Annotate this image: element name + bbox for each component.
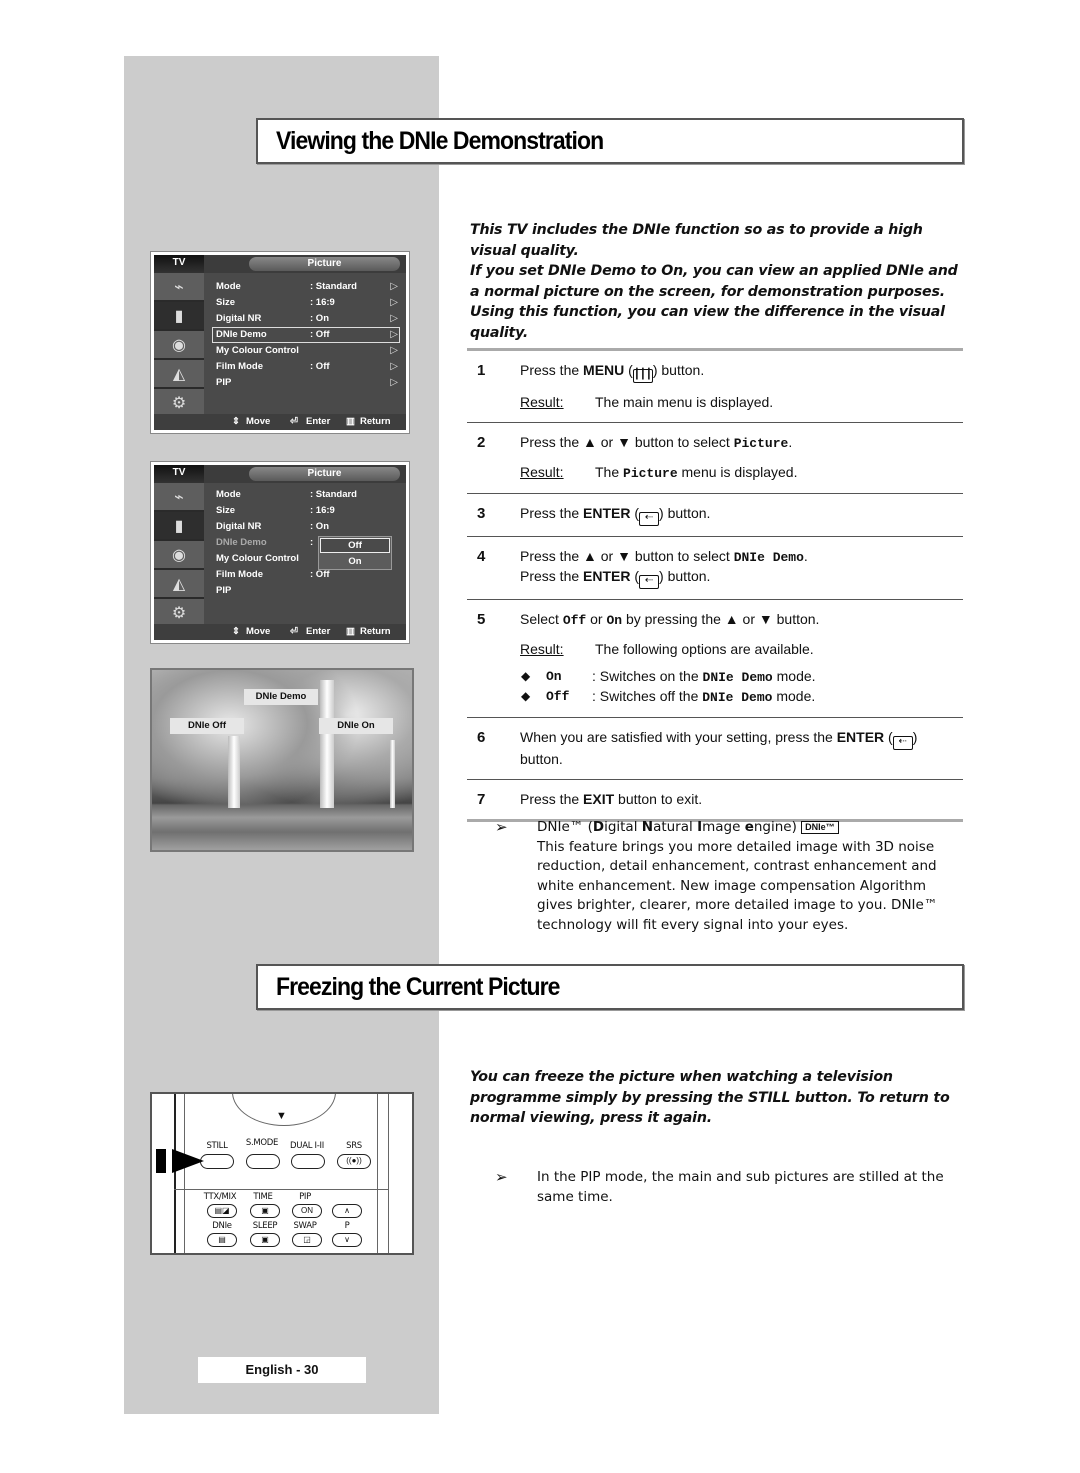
channel-down-button[interactable]: ∨ <box>332 1233 362 1247</box>
menu-icon: ┃┃┃ <box>632 369 653 383</box>
osd-footer: ⇕ Move ⏎ Enter ▥ Return <box>154 624 406 640</box>
dnie-logo-icon: DNIe™ <box>801 821 839 834</box>
dropdown-option-on[interactable]: On <box>319 554 391 570</box>
pip-on-button[interactable]: ON <box>292 1204 322 1218</box>
ttx-mix-button[interactable]: ▤◪ <box>207 1204 237 1218</box>
page-number: English - 30 <box>198 1357 366 1383</box>
step-1: 1 Press the MENU (┃┃┃) button. Result: Th… <box>477 362 774 410</box>
dnie-demo-dropdown[interactable]: Off On <box>318 536 392 570</box>
enter-icon: ⇠ <box>892 736 913 750</box>
demo-off-label: DNIe Off <box>170 718 244 734</box>
section-title-dnie: Viewing the DNIe Demonstration <box>256 118 964 164</box>
s-mode-button[interactable] <box>246 1154 280 1169</box>
dnie-intro-text: This TV includes the DNIe function so as… <box>470 220 960 343</box>
steps-list: 1 Press the MENU (┃┃┃) button. Result: Th… <box>467 348 963 822</box>
dnie-note-body: This feature brings you more detailed im… <box>537 838 938 933</box>
osd-picture-menu-popup: TV Picture ⌁ ▮ ◉ ◭ ⚙ Mode: Standard Size… <box>150 461 410 644</box>
arrow-right-icon: ▷ <box>390 361 398 372</box>
demo-on-label: DNIe On <box>319 718 393 734</box>
input-icon: ⌁ <box>154 483 204 512</box>
time-button[interactable]: ▣ <box>250 1204 280 1218</box>
intro-line-1: This TV includes the DNIe function so as… <box>470 220 960 343</box>
diamond-bullet-icon: ◆ <box>521 669 531 683</box>
dnie-info-note: ➢ DNIe™ (Digital Natural Image engine) D… <box>495 818 965 935</box>
step-5: 5 Select Off or On by pressing the ▲ or … <box>467 600 963 717</box>
osd-picture-menu: TV Picture ⌁ ▮ ◉ ◭ ⚙ Mode: Standard ▷ Siz… <box>150 251 410 434</box>
enter-icon: ⇠ <box>639 512 660 526</box>
diamond-bullet-icon: ◆ <box>521 689 531 703</box>
dnie-button[interactable]: ▤ <box>207 1233 237 1247</box>
step-4: 4 Press the ▲ or ▼ button to select DNIe… <box>467 537 963 599</box>
dual-button[interactable] <box>291 1154 325 1169</box>
enter-icon: ⏎ <box>290 626 298 637</box>
arrow-right-icon: ▷ <box>390 281 398 292</box>
step-3: 3 Press the ENTER (⇠) button. <box>467 494 963 536</box>
osd-row-size[interactable]: Size: 16:9 <box>212 503 400 519</box>
note-arrow-icon: ➢ <box>495 818 508 836</box>
osd-row-pip[interactable]: PIP ▷ <box>212 375 400 391</box>
move-icon: ⇕ <box>232 626 240 637</box>
osd-menu-title: Picture <box>249 467 400 481</box>
channel-up-button[interactable]: ∧ <box>332 1204 362 1218</box>
step-7: 7 Press the EXIT button to exit. <box>477 791 703 808</box>
arrow-right-icon: ▷ <box>390 297 398 308</box>
move-icon: ⇕ <box>232 416 240 427</box>
sound-icon: ◉ <box>154 541 204 570</box>
return-icon: ▥ <box>346 626 355 637</box>
step-6: 6 When you are satisfied with your setti… <box>477 729 918 767</box>
intro-paragraph: If you set DNIe Demo to On, you can view… <box>470 263 958 341</box>
osd-row-my-colour-control[interactable]: My Colour Control ▷ <box>212 343 400 359</box>
still-button[interactable] <box>200 1154 234 1169</box>
swap-button[interactable]: ◲ <box>292 1233 322 1247</box>
section-title-freeze-text: Freezing the Current Picture <box>276 973 560 1001</box>
option-off: ◆ Off: Switches off the DNIe Demo mode. <box>521 688 816 705</box>
enter-icon: ⏎ <box>290 416 298 427</box>
option-on: ◆ On: Switches on the DNIe Demo mode. <box>521 668 816 685</box>
demo-title-label: DNIe Demo <box>244 689 318 705</box>
osd-tv-label: TV <box>154 255 204 273</box>
pointer-arrow-icon <box>156 1149 204 1173</box>
picture-icon: ▮ <box>154 302 204 331</box>
sleep-button[interactable]: ▣ <box>250 1233 280 1247</box>
arrow-right-icon: ▷ <box>390 329 398 340</box>
osd-row-mode[interactable]: Mode: Standard ▷ <box>212 279 400 295</box>
section-title-freeze: Freezing the Current Picture <box>256 964 964 1010</box>
osd-row-digital-nr[interactable]: Digital NR: On ▷ <box>212 311 400 327</box>
note-arrow-icon: ➢ <box>495 1168 508 1186</box>
arrow-right-icon: ▷ <box>390 345 398 356</box>
return-icon: ▥ <box>346 416 355 427</box>
channel-icon: ◭ <box>154 360 204 389</box>
channel-icon: ◭ <box>154 570 204 599</box>
section-title-dnie-text: Viewing the DNIe Demonstration <box>276 127 604 155</box>
input-icon: ⌁ <box>154 273 204 302</box>
osd-row-pip[interactable]: PIP <box>212 583 400 599</box>
dropdown-option-off[interactable]: Off <box>320 538 390 553</box>
dnie-note-heading: DNIe™ (Digital Natural Image engine) DNI… <box>537 818 965 838</box>
pip-note: ➢ In the PIP mode, the main and sub pict… <box>495 1168 944 1205</box>
osd-row-mode[interactable]: Mode: Standard <box>212 487 400 503</box>
sound-icon: ◉ <box>154 331 204 360</box>
nav-down-icon[interactable]: ▼ <box>276 1110 287 1122</box>
step-2: 2 Press the ▲ or ▼ button to select Pict… <box>477 434 798 481</box>
picture-icon: ▮ <box>154 512 204 541</box>
osd-row-film-mode[interactable]: Film Mode: Off ▷ <box>212 359 400 375</box>
dnie-demo-photo: DNIe Demo DNIe Off DNIe On <box>150 668 414 852</box>
osd-tv-label: TV <box>154 465 204 483</box>
osd-row-size[interactable]: Size: 16:9 ▷ <box>212 295 400 311</box>
arrow-right-icon: ▷ <box>390 377 398 388</box>
remote-control-illustration: ▼ STILL S.MODE DUAL I-II SRS ((●)) TTX/M… <box>150 1092 414 1255</box>
enter-icon: ⇠ <box>639 575 660 589</box>
osd-row-dnie-demo[interactable]: DNIe Demo: Off ▷ <box>212 327 400 343</box>
arrow-right-icon: ▷ <box>390 313 398 324</box>
freeze-intro-text: You can freeze the picture when watching… <box>470 1069 950 1126</box>
osd-menu-title: Picture <box>249 257 400 271</box>
osd-row-digital-nr[interactable]: Digital NR: On <box>212 519 400 535</box>
srs-button[interactable]: ((●)) <box>337 1154 371 1169</box>
intro-paragraph: This TV includes the DNIe function so as… <box>470 222 923 259</box>
osd-footer: ⇕ Move ⏎ Enter ▥ Return <box>154 414 406 430</box>
